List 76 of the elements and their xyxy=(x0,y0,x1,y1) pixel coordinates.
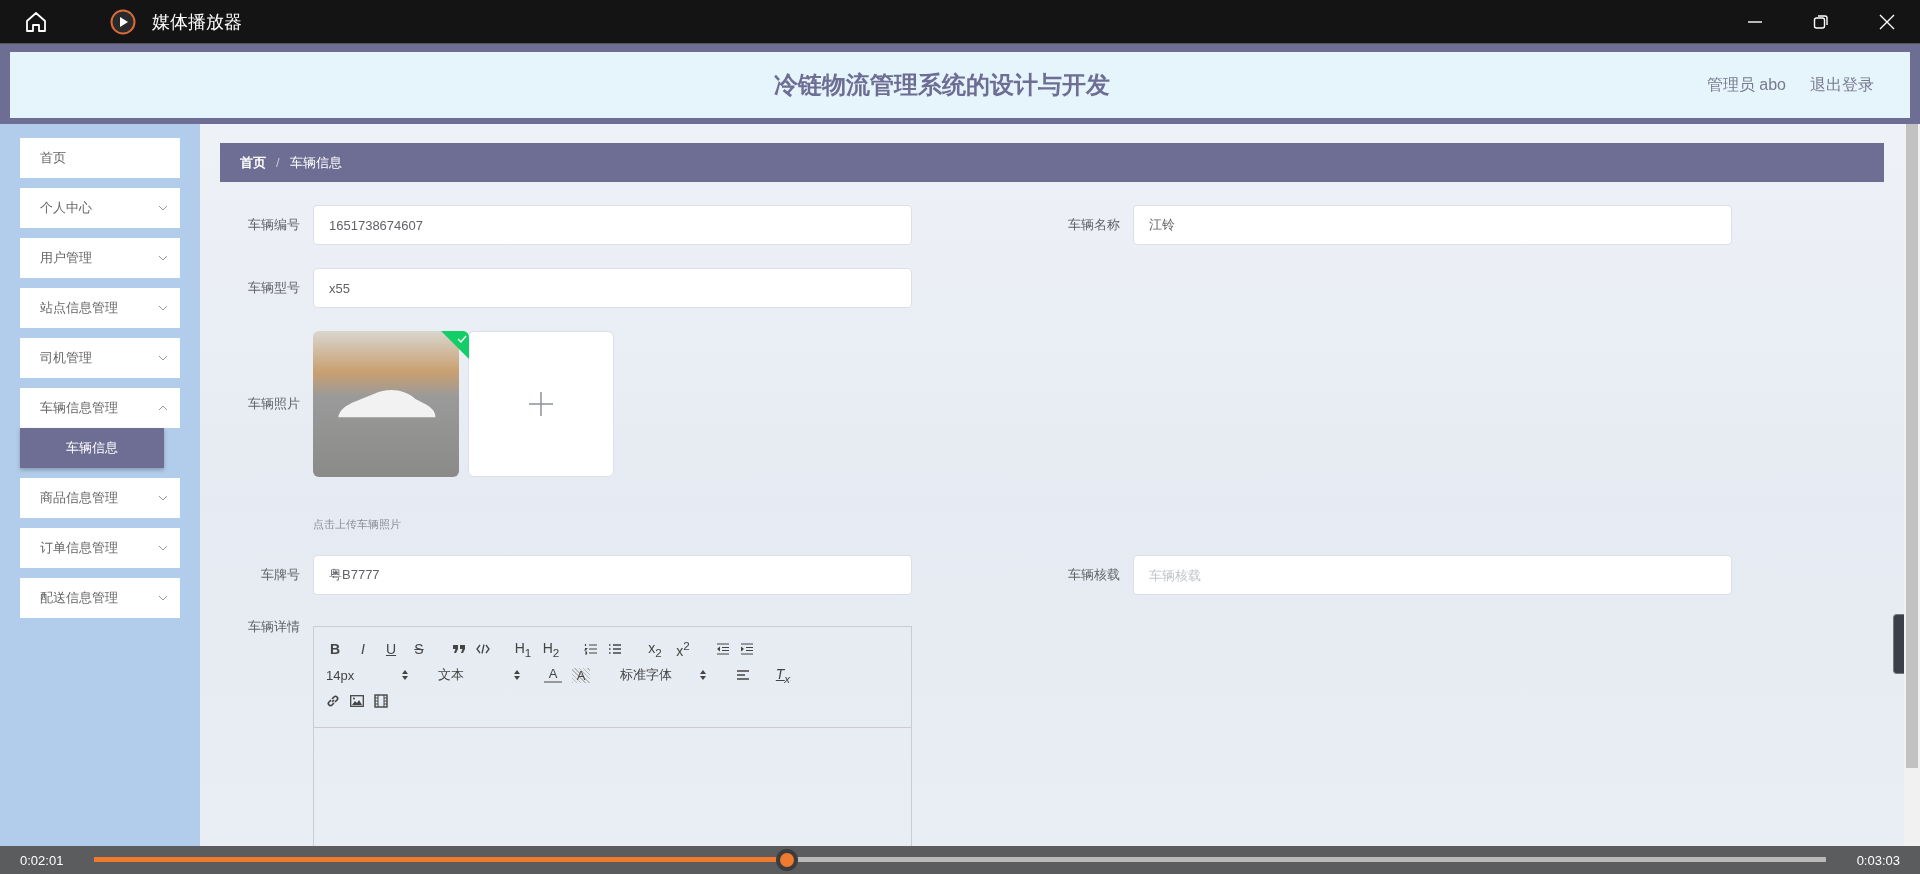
system-title: 冷链物流管理系统的设计与开发 xyxy=(774,70,1110,100)
chevron-icon xyxy=(158,205,168,211)
chevron-icon xyxy=(158,305,168,311)
strikethrough-button[interactable]: S xyxy=(410,641,428,657)
input-field[interactable]: 江铃 xyxy=(1133,205,1732,245)
user-name: 管理员 abo xyxy=(1706,74,1786,95)
chevron-icon xyxy=(158,545,168,551)
chevron-icon xyxy=(158,405,168,411)
submenu-item[interactable]: 车辆信息 xyxy=(20,428,164,468)
field-label: 车牌号 xyxy=(260,566,300,584)
sort-caret-icon xyxy=(700,670,706,680)
breadcrumb-link[interactable]: 首页 xyxy=(240,153,266,172)
heading-select[interactable]: 文本 xyxy=(438,666,520,684)
outdent-icon[interactable] xyxy=(716,643,730,655)
close-icon[interactable] xyxy=(1878,12,1896,31)
menu-item[interactable]: 首页 xyxy=(20,138,180,178)
elapsed-time: 0:02:01 xyxy=(20,852,64,868)
link-icon[interactable] xyxy=(326,694,340,708)
chevron-icon xyxy=(158,255,168,261)
sort-caret-icon xyxy=(402,670,408,680)
play-logo-icon xyxy=(110,8,136,35)
video-icon[interactable] xyxy=(374,694,388,708)
home-icon[interactable] xyxy=(24,9,48,34)
chevron-icon xyxy=(158,595,168,601)
indent-icon[interactable] xyxy=(740,643,754,655)
font-family-select[interactable]: 标准字体 xyxy=(620,666,706,684)
background-color-button[interactable]: A xyxy=(572,667,590,683)
italic-button[interactable]: I xyxy=(354,641,372,657)
font-size-select[interactable]: 14px xyxy=(326,667,408,683)
chevron-icon xyxy=(158,495,168,501)
field-label: 车辆名称 xyxy=(1067,216,1120,234)
menu-item[interactable]: 配送信息管理 xyxy=(20,578,180,618)
menu-item[interactable]: 个人中心 xyxy=(20,188,180,228)
ordered-list-icon[interactable] xyxy=(584,643,598,655)
code-icon[interactable] xyxy=(476,644,490,654)
upload-hint: 点击上传车辆照片 xyxy=(313,517,402,532)
menu-item[interactable]: 用户管理 xyxy=(20,238,180,278)
window-title: 媒体播放器 xyxy=(152,10,242,34)
volume-handle[interactable] xyxy=(1893,614,1904,674)
menu-item[interactable]: 商品信息管理 xyxy=(20,478,180,518)
field-label: 车辆编号 xyxy=(247,216,300,234)
text-color-button[interactable]: A xyxy=(544,667,562,683)
heading-button[interactable]: H$_{1}$ xyxy=(514,639,532,659)
align-left-icon[interactable] xyxy=(736,669,750,681)
logout-link[interactable]: 退出登录 xyxy=(1810,74,1874,96)
menu-item[interactable]: 订单信息管理 xyxy=(20,528,180,568)
restore-icon[interactable] xyxy=(1812,12,1830,31)
superscript-button[interactable]: x$^{2}$ xyxy=(674,639,692,659)
input-field[interactable]: 车辆核载 xyxy=(1133,555,1732,595)
breadcrumb-current: 车辆信息 xyxy=(289,153,342,172)
heading-button[interactable]: H$_{2}$ xyxy=(542,639,560,659)
chevron-icon xyxy=(158,355,168,361)
menu-item[interactable]: 司机管理 xyxy=(20,338,180,378)
clear-format-button[interactable]: T$_{x}$ xyxy=(774,665,792,685)
quote-icon[interactable] xyxy=(452,644,466,654)
progress-thumb[interactable] xyxy=(775,849,798,871)
field-label: 车辆型号 xyxy=(247,279,300,297)
input-field[interactable]: 粤B7777 xyxy=(313,555,912,595)
underline-button[interactable]: U xyxy=(382,641,400,657)
scrollbar[interactable] xyxy=(1904,124,1920,846)
bullet-list-icon[interactable] xyxy=(608,643,622,655)
bold-button[interactable]: B xyxy=(326,641,344,657)
sort-caret-icon xyxy=(514,670,520,680)
field-label: 车辆核载 xyxy=(1067,566,1120,584)
field-label: 车辆详情 xyxy=(247,618,300,636)
total-time: 0:03:03 xyxy=(1856,852,1900,868)
image-icon[interactable] xyxy=(350,695,364,707)
menu-item[interactable]: 站点信息管理 xyxy=(20,288,180,328)
progress-track[interactable] xyxy=(94,849,1826,871)
input-field[interactable]: x55 xyxy=(313,268,912,308)
input-field[interactable]: 1651738674607 xyxy=(313,205,912,245)
plus-icon xyxy=(529,392,553,416)
breadcrumb-separator: / xyxy=(276,155,280,170)
field-label: 车辆照片 xyxy=(247,395,300,413)
subscript-button[interactable]: x$_{2}$ xyxy=(646,639,664,659)
menu-item[interactable]: 车辆信息管理 xyxy=(20,388,180,428)
